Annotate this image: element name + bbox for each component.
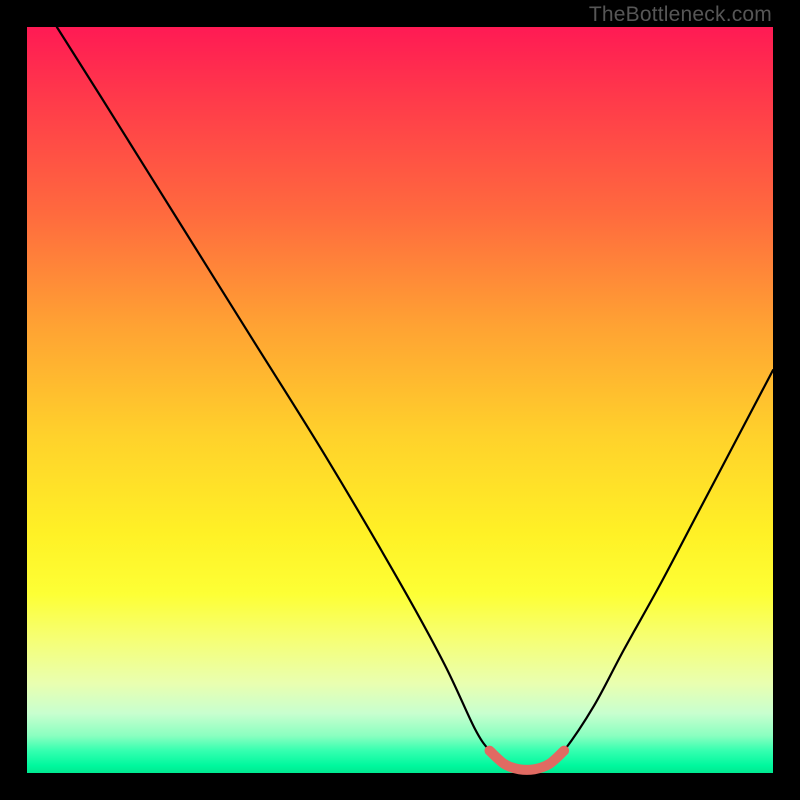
chart-frame: TheBottleneck.com [0, 0, 800, 800]
highlight-band [490, 751, 565, 770]
plot-area [27, 27, 773, 773]
bottleneck-curve [57, 27, 773, 770]
curve-svg [27, 27, 773, 773]
watermark-text: TheBottleneck.com [589, 3, 772, 27]
